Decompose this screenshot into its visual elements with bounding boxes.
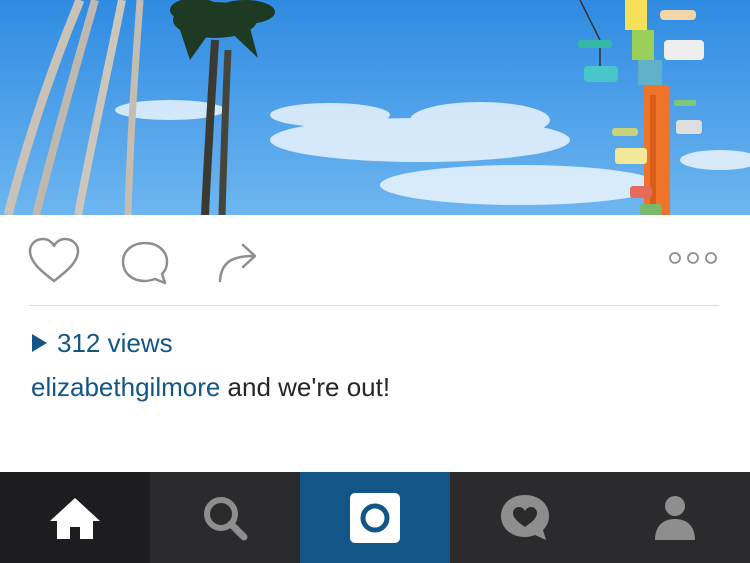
search-icon xyxy=(204,496,248,540)
post-caption: elizabethgilmore and we're out! xyxy=(31,372,390,403)
speech-bubble-icon[interactable] xyxy=(120,240,170,286)
post-actions xyxy=(0,215,750,307)
activity-heart-icon xyxy=(501,494,549,540)
views-label: 312 views xyxy=(57,327,173,358)
tab-home[interactable] xyxy=(0,472,150,563)
home-icon xyxy=(50,497,100,539)
camera-icon xyxy=(350,492,400,543)
tab-camera[interactable] xyxy=(300,472,450,563)
post-photo-scene xyxy=(0,0,750,215)
tab-search[interactable] xyxy=(150,472,300,563)
tab-profile[interactable] xyxy=(600,472,750,563)
caption-username[interactable]: elizabethgilmore xyxy=(31,372,220,402)
divider xyxy=(29,305,719,306)
three-dots-icon[interactable] xyxy=(668,250,718,266)
views-count[interactable]: 312 views xyxy=(32,327,173,359)
tab-bar xyxy=(0,472,750,563)
heart-icon[interactable] xyxy=(27,237,81,285)
profile-icon xyxy=(655,495,695,540)
play-icon xyxy=(32,334,47,352)
tab-activity[interactable] xyxy=(450,472,600,563)
post-photo[interactable] xyxy=(0,0,750,215)
caption-text: and we're out! xyxy=(220,372,391,402)
share-arrow-icon[interactable] xyxy=(215,238,261,284)
